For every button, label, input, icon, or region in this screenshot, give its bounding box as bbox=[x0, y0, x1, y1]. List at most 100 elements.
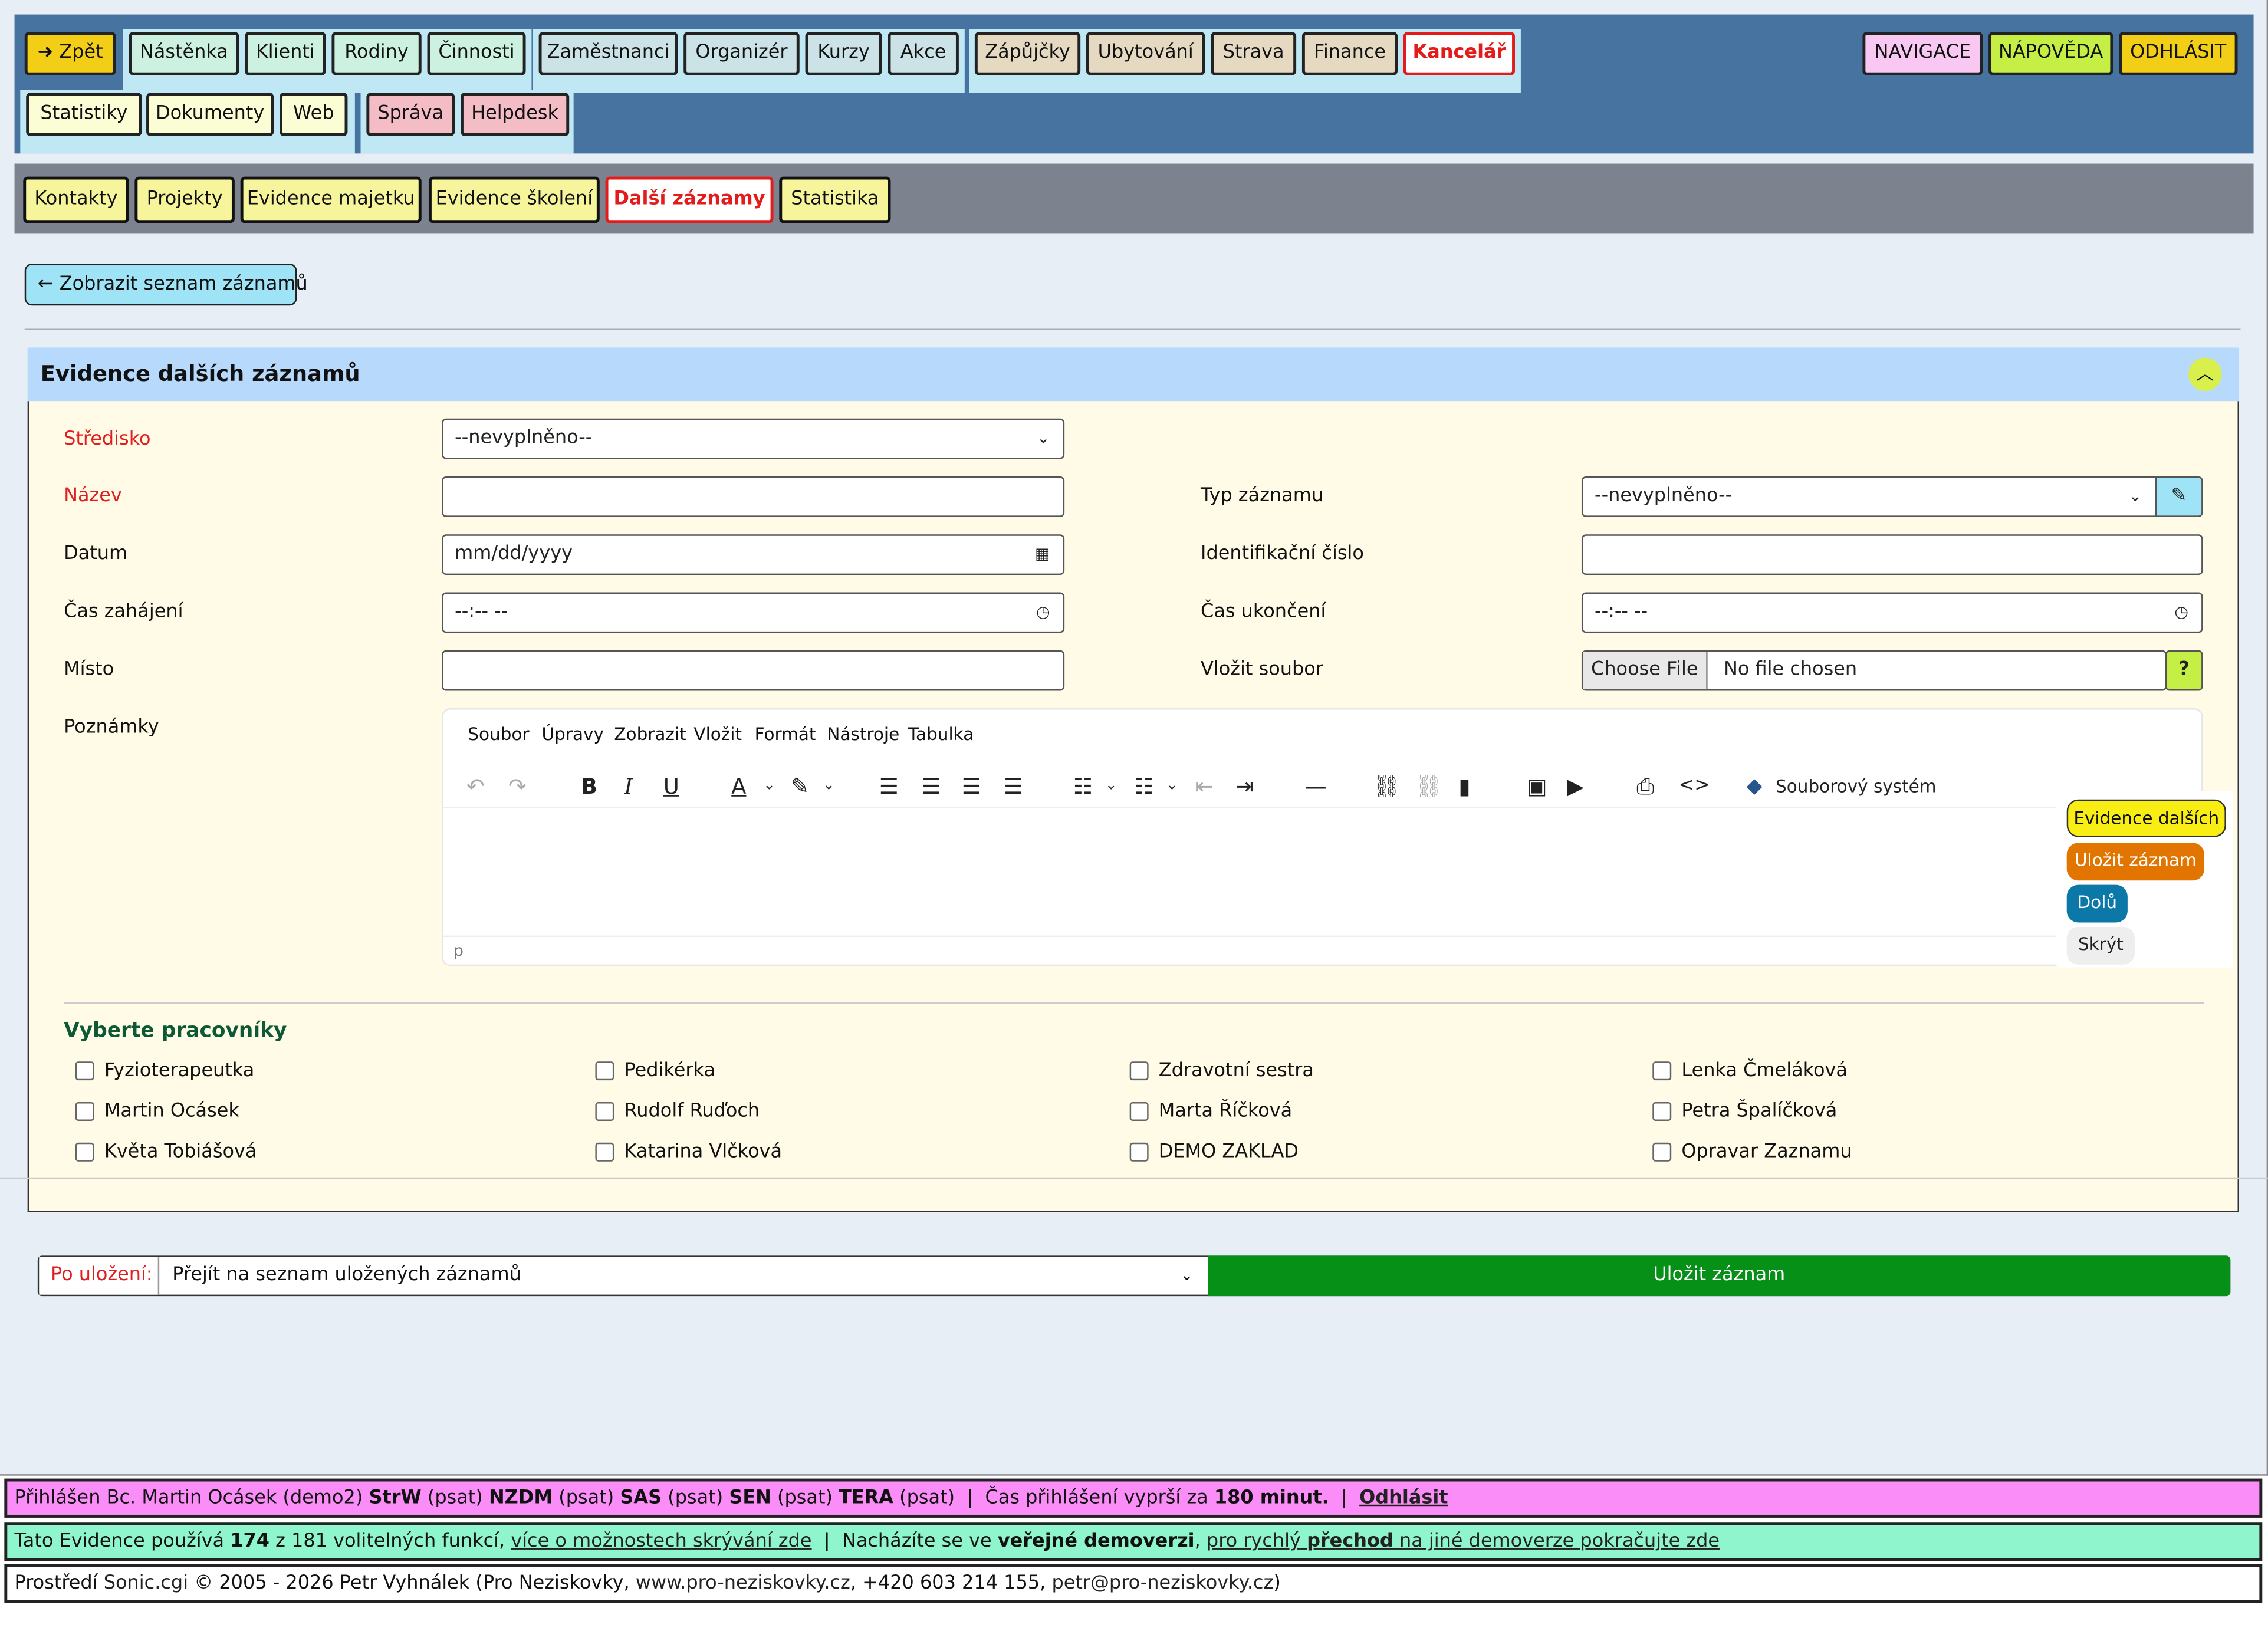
nav-akce[interactable]: Akce bbox=[888, 32, 959, 75]
nav-dokumenty[interactable]: Dokumenty bbox=[146, 93, 274, 136]
checkbox-icon[interactable] bbox=[1129, 1102, 1149, 1121]
quick-down-button[interactable]: Dolů bbox=[2066, 884, 2128, 923]
highlight-icon[interactable]: ✎ bbox=[791, 765, 809, 808]
footer-logout-link[interactable]: Odhlásit bbox=[1359, 1487, 1448, 1509]
nav-cinnosti[interactable]: Činnosti bbox=[427, 32, 526, 75]
clock-icon[interactable]: ◷ bbox=[2174, 594, 2188, 632]
menu-format[interactable]: Formát bbox=[755, 724, 816, 744]
show-records-button[interactable]: ← Zobrazit seznam záznamů bbox=[24, 263, 308, 306]
nav-finance[interactable]: Finance bbox=[1301, 32, 1398, 75]
subnav-evidence-skoleni[interactable]: Evidence školení bbox=[428, 176, 600, 223]
outdent-icon[interactable]: ⇤ bbox=[1195, 765, 1213, 808]
menu-nastroje[interactable]: Nástroje bbox=[827, 724, 899, 744]
nav-helpdesk[interactable]: Helpdesk bbox=[461, 93, 570, 136]
checkbox-icon[interactable] bbox=[1652, 1061, 1672, 1081]
chevron-down-icon[interactable]: ⌄ bbox=[823, 765, 835, 808]
chevron-down-icon[interactable]: ⌄ bbox=[1166, 765, 1178, 808]
calendar-icon[interactable]: ▦ bbox=[1035, 536, 1050, 574]
checkbox-icon[interactable] bbox=[595, 1102, 614, 1121]
stredisko-select[interactable]: --nevyplněno-- ⌄ bbox=[442, 418, 1065, 459]
nav-nastenka[interactable]: Nástěnka bbox=[129, 32, 239, 75]
nav-zapujcky[interactable]: Zápůjčky bbox=[974, 32, 1081, 75]
checkbox-icon[interactable] bbox=[75, 1102, 94, 1121]
code-icon[interactable]: <> bbox=[1679, 765, 1711, 808]
save-record-button[interactable]: Uložit záznam bbox=[1208, 1255, 2231, 1297]
nav-statistiky[interactable]: Statistiky bbox=[26, 93, 142, 136]
unlink-icon[interactable]: ⛓ bbox=[1415, 765, 1443, 808]
features-link[interactable]: více o možnostech skrývání zde bbox=[511, 1531, 811, 1553]
back-button[interactable]: ➜ Zpět bbox=[24, 32, 116, 75]
media-icon[interactable]: ▶ bbox=[1567, 765, 1583, 808]
menu-tabulka[interactable]: Tabulka bbox=[908, 724, 974, 744]
align-center-icon[interactable]: ☰ bbox=[921, 765, 941, 808]
menu-upravy[interactable]: Úpravy bbox=[542, 724, 604, 744]
indent-icon[interactable]: ⇥ bbox=[1235, 765, 1254, 808]
subnav-kontakty[interactable]: Kontakty bbox=[23, 176, 129, 223]
chevron-down-icon[interactable]: ⌄ bbox=[1105, 765, 1117, 808]
checkbox-icon[interactable] bbox=[1129, 1061, 1149, 1081]
subnav-statistika[interactable]: Statistika bbox=[779, 176, 891, 223]
subnav-dalsi-zaznamy[interactable]: Další záznamy bbox=[605, 176, 774, 223]
help-button[interactable]: ? bbox=[2165, 650, 2203, 691]
filesystem-button[interactable]: Souborový systém bbox=[1776, 765, 1936, 808]
checkbox-icon[interactable] bbox=[75, 1061, 94, 1081]
cas-zahajeni-input[interactable]: --:-- -- ◷ bbox=[442, 592, 1065, 633]
editor-content[interactable] bbox=[443, 811, 2202, 935]
file-input[interactable]: Choose File No file chosen bbox=[1581, 650, 2167, 691]
nazev-input[interactable] bbox=[442, 476, 1065, 517]
nav-rodiny[interactable]: Rodiny bbox=[331, 32, 422, 75]
checkbox-icon[interactable] bbox=[1652, 1142, 1672, 1162]
link-icon[interactable]: ⛓ bbox=[1373, 765, 1401, 808]
bookmark-icon[interactable]: ▮ bbox=[1458, 765, 1470, 808]
nav-ubytovani[interactable]: Ubytování bbox=[1086, 32, 1205, 75]
misto-input[interactable] bbox=[442, 650, 1065, 691]
email-link[interactable]: petr@pro-neziskovky.cz bbox=[1051, 1573, 1273, 1594]
align-right-icon[interactable]: ☰ bbox=[962, 765, 981, 808]
redo-icon[interactable]: ↷ bbox=[508, 765, 527, 808]
clock-icon[interactable]: ◷ bbox=[1036, 594, 1050, 632]
typ-select[interactable]: --nevyplněno-- ⌄ bbox=[1581, 476, 2157, 517]
quick-save-button[interactable]: Uložit záznam bbox=[2066, 843, 2205, 881]
nav-sprava[interactable]: Správa bbox=[366, 93, 455, 136]
checkbox-icon[interactable] bbox=[595, 1061, 614, 1081]
chevron-up-icon[interactable]: ︿ bbox=[2188, 357, 2222, 392]
bullet-list-icon[interactable]: ☷ bbox=[1073, 765, 1093, 808]
demo-switch-link[interactable]: pro rychlý přechod na jiné demoverze pok… bbox=[1207, 1531, 1720, 1553]
website-link[interactable]: www.pro-neziskovky.cz bbox=[636, 1573, 850, 1594]
align-justify-icon[interactable]: ☰ bbox=[1004, 765, 1023, 808]
nav-organizer[interactable]: Organizér bbox=[683, 32, 800, 75]
subnav-evidence-majetku[interactable]: Evidence majetku bbox=[240, 176, 422, 223]
horizontal-line-icon[interactable]: — bbox=[1305, 765, 1327, 808]
checkbox-icon[interactable] bbox=[75, 1142, 94, 1162]
chevron-down-icon[interactable]: ⌄ bbox=[763, 765, 775, 808]
logout-button[interactable]: ODHLÁSIT bbox=[2119, 32, 2238, 75]
text-color-icon[interactable]: A bbox=[731, 765, 746, 808]
cas-ukonceni-input[interactable]: --:-- -- ◷ bbox=[1581, 592, 2203, 633]
nav-web[interactable]: Web bbox=[280, 93, 348, 136]
quick-evidence-button[interactable]: Evidence dalších bbox=[2066, 799, 2226, 837]
datum-input[interactable]: mm/dd/yyyy ▦ bbox=[442, 534, 1065, 576]
subnav-projekty[interactable]: Projekty bbox=[134, 176, 235, 223]
checkbox-icon[interactable] bbox=[1129, 1142, 1149, 1162]
menu-soubor[interactable]: Soubor bbox=[468, 724, 529, 744]
filesystem-icon[interactable]: ◆ bbox=[1747, 765, 1762, 808]
undo-icon[interactable]: ↶ bbox=[466, 765, 485, 808]
id-input[interactable] bbox=[1581, 534, 2203, 576]
choose-file-button[interactable]: Choose File bbox=[1583, 652, 1708, 690]
nav-kancelar[interactable]: Kancelář bbox=[1403, 32, 1515, 75]
nav-klienti[interactable]: Klienti bbox=[245, 32, 326, 75]
navigace-button[interactable]: NAVIGACE bbox=[1862, 32, 1983, 75]
checkbox-icon[interactable] bbox=[1652, 1102, 1672, 1121]
menu-zobrazit[interactable]: Zobrazit bbox=[614, 724, 686, 744]
menu-vlozit[interactable]: Vložit bbox=[693, 724, 742, 744]
underline-icon[interactable]: U bbox=[663, 765, 679, 808]
checkbox-icon[interactable] bbox=[595, 1142, 614, 1162]
nav-zamestnanci[interactable]: Zaměstnanci bbox=[538, 32, 678, 75]
numbered-list-icon[interactable]: ☷ bbox=[1134, 765, 1153, 808]
italic-icon[interactable]: I bbox=[624, 765, 633, 808]
after-save-select[interactable]: Přejít na seznam uložených záznamů ⌄ bbox=[161, 1257, 1207, 1295]
image-icon[interactable]: ▣ bbox=[1527, 765, 1547, 808]
nav-kurzy[interactable]: Kurzy bbox=[805, 32, 882, 75]
edit-icon[interactable]: ✎ bbox=[2155, 476, 2203, 517]
quick-hide-button[interactable]: Skrýt bbox=[2066, 926, 2135, 965]
